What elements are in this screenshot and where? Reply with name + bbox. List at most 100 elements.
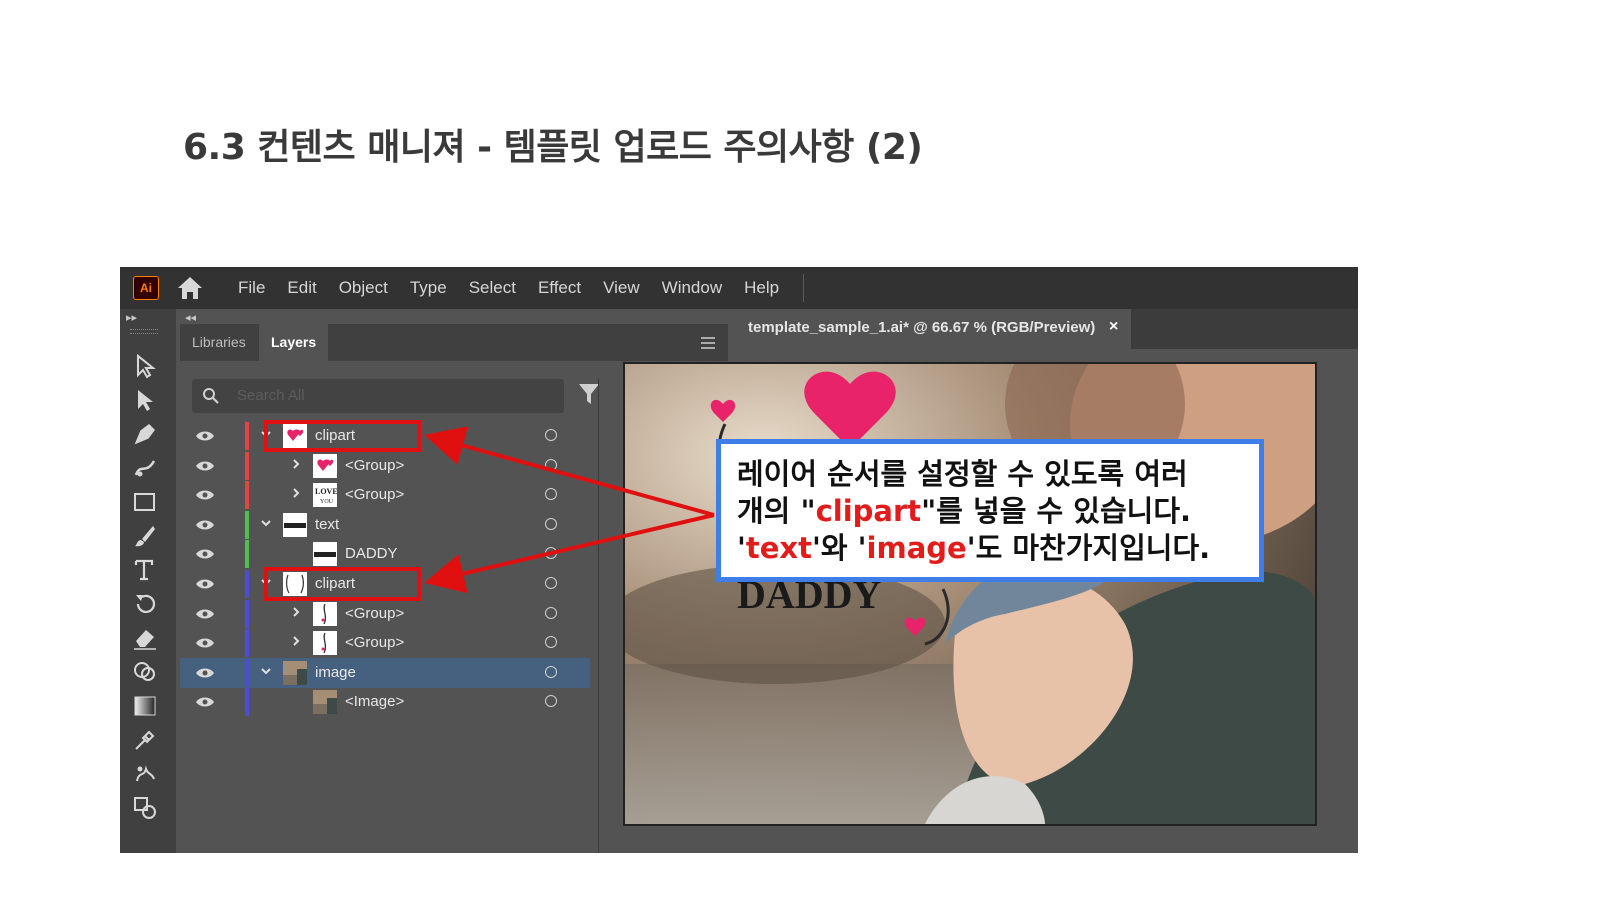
search-icon xyxy=(203,388,219,404)
rectangle-tool-icon[interactable] xyxy=(132,489,158,515)
layer-row[interactable]: <Group> xyxy=(180,599,590,629)
target-circle-icon[interactable] xyxy=(545,636,557,649)
chevron-right-icon[interactable] xyxy=(290,458,302,470)
layer-color-bar xyxy=(245,688,249,717)
menu-bar: Ai File Edit Object Type Select Effect View Win… xyxy=(120,267,1358,309)
chevron-right-icon[interactable] xyxy=(290,635,302,647)
tab-libraries[interactable]: Libraries xyxy=(180,324,258,361)
document-tab[interactable]: template_sample_1.ai* @ 66.67 % (RGB/Pre… xyxy=(736,309,1131,349)
menu-type[interactable]: Type xyxy=(410,278,447,298)
callout-line-3: 'text'와 'image'도 마찬가지입니다. xyxy=(737,530,1243,567)
visibility-eye-icon[interactable] xyxy=(195,548,215,560)
layer-row[interactable]: text xyxy=(180,510,590,540)
chevron-down-icon[interactable] xyxy=(260,665,272,677)
direct-selection-tool-icon[interactable] xyxy=(132,387,158,413)
layer-row[interactable]: LOVE YOU <Group> xyxy=(180,480,590,510)
callout-text: "를 넣을 수 있습니다. xyxy=(921,494,1192,528)
target-circle-icon[interactable] xyxy=(545,517,557,530)
slide-title: 6.3 컨텐츠 매니져 - 템플릿 업로드 주의사항 (2) xyxy=(183,127,923,168)
panel-divider xyxy=(598,379,599,853)
layer-row[interactable]: <Group> xyxy=(180,628,590,658)
callout-text: '도 마찬가지입니다. xyxy=(966,531,1211,565)
collapse-panel-icon[interactable]: ◂◂ xyxy=(185,311,196,324)
layer-row[interactable]: <Group> xyxy=(180,451,590,481)
visibility-eye-icon[interactable] xyxy=(195,460,215,472)
layer-color-bar xyxy=(245,570,249,598)
layer-color-bar xyxy=(245,422,249,450)
annotation-callout: 레이어 순서를 설정할 수 있도록 여러 개의 "clipart"를 넣을 수 … xyxy=(716,439,1264,582)
target-circle-icon[interactable] xyxy=(545,547,557,560)
home-icon[interactable] xyxy=(175,274,205,302)
menu-divider xyxy=(803,274,804,302)
visibility-eye-icon[interactable] xyxy=(195,519,215,531)
visibility-eye-icon[interactable] xyxy=(195,608,215,620)
layer-color-bar xyxy=(245,510,249,539)
panel-menu-icon[interactable] xyxy=(700,336,716,350)
layer-name: <Group> xyxy=(345,604,405,622)
target-circle-icon[interactable] xyxy=(545,458,557,471)
type-tool-icon[interactable] xyxy=(132,557,158,583)
layers-search-input[interactable]: Search All xyxy=(192,379,564,413)
visibility-eye-icon[interactable] xyxy=(195,667,215,679)
visibility-eye-icon[interactable] xyxy=(195,430,215,442)
curvature-tool-icon[interactable] xyxy=(132,455,158,481)
layer-thumbnail xyxy=(313,453,337,478)
gradient-tool-icon[interactable] xyxy=(132,693,158,719)
target-circle-icon[interactable] xyxy=(545,695,557,708)
layer-thumbnail xyxy=(313,631,337,656)
svg-text:YOU: YOU xyxy=(320,499,334,505)
target-circle-icon[interactable] xyxy=(545,429,557,441)
shape-builder-tool-icon[interactable] xyxy=(132,659,158,685)
close-icon[interactable]: × xyxy=(1109,318,1118,336)
menu-help[interactable]: Help xyxy=(744,278,779,298)
menu-edit[interactable]: Edit xyxy=(287,278,316,298)
target-circle-icon[interactable] xyxy=(545,606,557,619)
layer-color-bar xyxy=(245,540,249,569)
document-tab-bar: template_sample_1.ai* @ 66.67 % (RGB/Pre… xyxy=(736,309,1358,349)
selection-tool-icon[interactable] xyxy=(132,353,158,379)
layer-row[interactable]: DADDY xyxy=(180,539,590,569)
target-circle-icon[interactable] xyxy=(545,488,557,501)
layer-color-bar xyxy=(245,629,249,658)
layer-thumbnail xyxy=(313,601,337,626)
paintbrush-tool-icon[interactable] xyxy=(132,523,158,549)
visibility-eye-icon[interactable] xyxy=(195,578,215,590)
target-circle-icon[interactable] xyxy=(545,577,557,589)
menu-object[interactable]: Object xyxy=(339,278,388,298)
layer-row[interactable]: <Image> xyxy=(180,687,590,717)
filter-icon[interactable] xyxy=(578,382,600,406)
menu-view[interactable]: View xyxy=(603,278,640,298)
menu-window[interactable]: Window xyxy=(662,278,722,298)
chevron-down-icon[interactable] xyxy=(260,517,272,529)
toolbar-grip[interactable] xyxy=(130,329,158,334)
menu-items: File Edit Object Type Select Effect View Window… xyxy=(238,267,801,309)
document-tab-title: template_sample_1.ai* @ 66.67 % (RGB/Pre… xyxy=(748,319,1096,336)
artboard[interactable]: DADDY xyxy=(623,362,1317,826)
layer-thumbnail: LOVE YOU xyxy=(313,483,338,508)
tab-layers[interactable]: Layers xyxy=(259,324,329,361)
layer-name: <Group> xyxy=(345,634,405,652)
menu-effect[interactable]: Effect xyxy=(538,278,581,298)
puppet-warp-tool-icon[interactable] xyxy=(132,761,158,787)
pen-tool-icon[interactable] xyxy=(132,421,158,447)
layer-thumbnail xyxy=(283,512,307,537)
rotate-tool-icon[interactable] xyxy=(132,591,158,617)
highlight-box-clipart-top xyxy=(264,420,421,452)
visibility-eye-icon[interactable] xyxy=(195,489,215,501)
layer-color-bar xyxy=(245,451,249,480)
menu-select[interactable]: Select xyxy=(469,278,516,298)
expand-toolbar-icon[interactable]: ▸▸ xyxy=(126,311,137,324)
menu-file[interactable]: File xyxy=(238,278,265,298)
eyedropper-tool-icon[interactable] xyxy=(132,727,158,753)
target-circle-icon[interactable] xyxy=(545,665,557,678)
layer-name: image xyxy=(315,663,356,681)
layer-color-bar xyxy=(245,481,249,510)
visibility-eye-icon[interactable] xyxy=(195,696,215,708)
artboard-tool-icon[interactable] xyxy=(132,795,158,821)
callout-highlight: image xyxy=(866,531,967,565)
chevron-right-icon[interactable] xyxy=(290,487,302,499)
layer-row[interactable]: image xyxy=(180,657,590,688)
visibility-eye-icon[interactable] xyxy=(195,637,215,649)
chevron-right-icon[interactable] xyxy=(290,606,302,618)
eraser-tool-icon[interactable] xyxy=(132,625,158,651)
